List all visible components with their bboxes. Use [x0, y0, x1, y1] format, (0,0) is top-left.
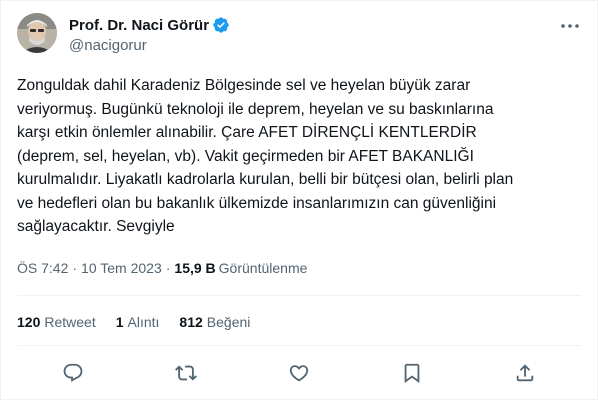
- share-button[interactable]: [506, 357, 544, 389]
- likes-label: Beğeni: [206, 314, 251, 330]
- meta-separator: ·: [72, 260, 78, 276]
- meta-separator: ·: [165, 260, 171, 276]
- tweet-meta: ÖS 7:42 · 10 Tem 2023 · 15,9 B Görüntüle…: [17, 260, 307, 276]
- name-row: Prof. Dr. Naci Görür: [69, 16, 230, 34]
- bookmark-button[interactable]: [393, 357, 431, 389]
- action-bar: [17, 357, 581, 389]
- tweet-text: Zonguldak dahil Karadeniz Bölgesinde sel…: [17, 77, 514, 235]
- views-count: 15,9 B: [174, 260, 216, 276]
- retweet-button[interactable]: [167, 357, 205, 389]
- engagement-stats: 120 Retweet 1 Alıntı 812 Beğeni: [17, 314, 270, 330]
- like-button[interactable]: [280, 357, 318, 389]
- likes-stat[interactable]: 812 Beğeni: [179, 314, 250, 330]
- reply-icon: [63, 363, 83, 382]
- tweet-card: Prof. Dr. Naci Görür @nacigorur Zongulda…: [0, 0, 598, 400]
- author-handle[interactable]: @nacigorur: [69, 37, 147, 54]
- divider: [17, 345, 581, 346]
- verified-badge-icon: [213, 17, 229, 33]
- more-dots-icon[interactable]: [559, 17, 581, 35]
- share-icon: [516, 364, 533, 382]
- quotes-count: 1: [115, 314, 124, 330]
- tweet-header: Prof. Dr. Naci Görür @nacigorur: [17, 13, 581, 61]
- views-label: Görüntülenme: [218, 260, 308, 276]
- quotes-label: Alıntı: [127, 314, 160, 330]
- tweet-date[interactable]: 10 Tem 2023: [81, 260, 162, 276]
- retweets-label: Retweet: [44, 314, 96, 330]
- heart-icon: [289, 365, 309, 382]
- retweets-stat[interactable]: 120 Retweet: [17, 314, 96, 330]
- tweet-time[interactable]: ÖS 7:42: [17, 260, 68, 276]
- divider: [17, 295, 581, 296]
- likes-count: 812: [179, 314, 203, 330]
- reply-button[interactable]: [54, 357, 92, 389]
- retweet-icon: [175, 365, 198, 381]
- bookmark-icon: [404, 363, 420, 384]
- retweets-count: 120: [17, 314, 41, 330]
- avatar[interactable]: [17, 13, 57, 53]
- quotes-stat[interactable]: 1 Alıntı: [116, 314, 160, 330]
- display-name[interactable]: Prof. Dr. Naci Görür: [69, 17, 209, 34]
